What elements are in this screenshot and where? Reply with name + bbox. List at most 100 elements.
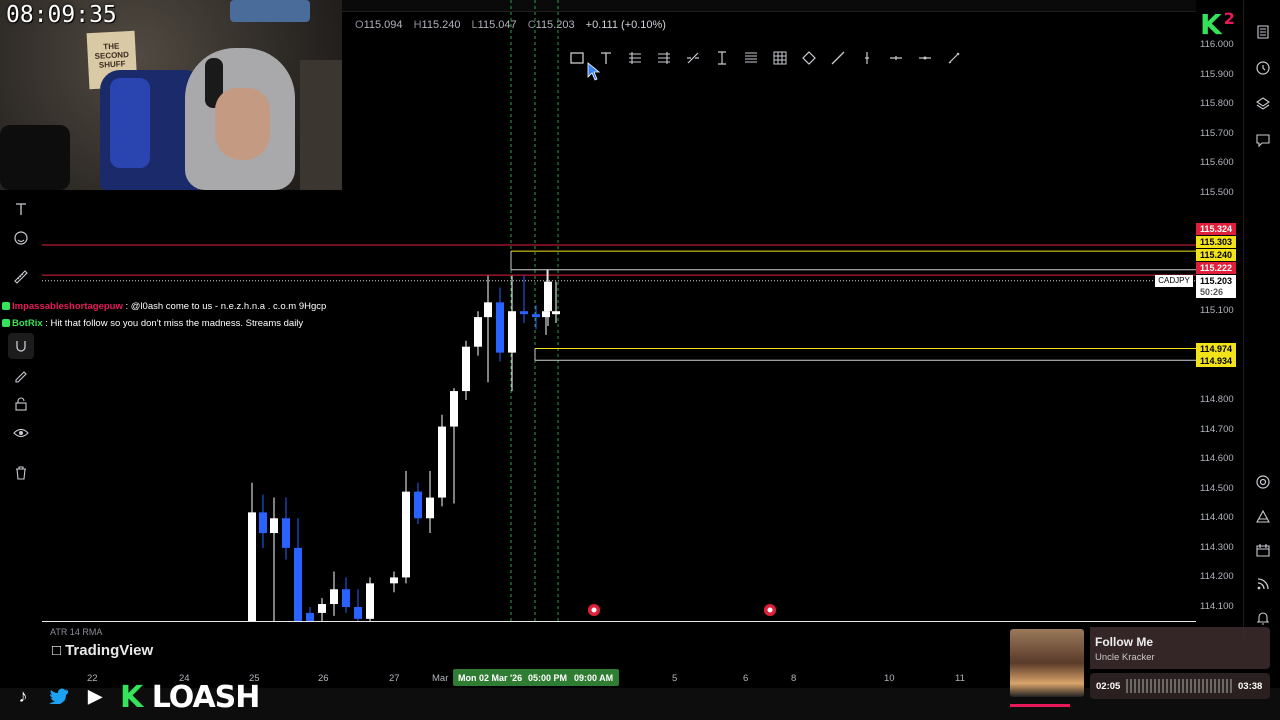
measure-tool-icon[interactable] bbox=[707, 44, 736, 72]
price-label: 50:26 bbox=[1196, 286, 1236, 298]
vertical-line-icon[interactable] bbox=[852, 44, 881, 72]
chat-icon[interactable] bbox=[1251, 128, 1275, 152]
youtube-play-icon[interactable]: ▶ bbox=[82, 683, 108, 709]
horizontal-ray-icon[interactable] bbox=[910, 44, 939, 72]
candle-body bbox=[390, 577, 398, 584]
left-toolbar bbox=[0, 190, 42, 670]
candle-body bbox=[342, 589, 350, 607]
feed-icon[interactable] bbox=[1251, 572, 1275, 596]
social-links: ♪ ▶ bbox=[10, 683, 108, 709]
chat-username: BotRix bbox=[12, 318, 43, 329]
chat-separator: : bbox=[122, 301, 131, 312]
brand-name: LOASH bbox=[151, 680, 261, 715]
twitter-icon[interactable] bbox=[46, 683, 72, 709]
ruler-icon[interactable] bbox=[8, 264, 34, 290]
candle-body bbox=[318, 604, 326, 613]
candle-body bbox=[532, 314, 540, 318]
candle-body bbox=[354, 607, 362, 619]
song-title: Follow Me bbox=[1095, 635, 1153, 649]
brush-tool-icon[interactable] bbox=[939, 44, 968, 72]
total-time: 03:38 bbox=[1238, 681, 1263, 692]
time-tick-label: 10 bbox=[884, 673, 895, 684]
time-tick-label: 8 bbox=[791, 673, 797, 684]
k-badge-count: 2 bbox=[1223, 8, 1235, 28]
waveform-icon bbox=[1126, 679, 1232, 693]
song-artist: Uncle Kracker bbox=[1095, 652, 1155, 663]
long-position-icon[interactable] bbox=[620, 44, 649, 72]
chat-badge-icon bbox=[2, 319, 10, 327]
crosshair-time-2: 09:00 AM bbox=[574, 673, 614, 683]
emoji-icon[interactable] bbox=[8, 225, 34, 251]
triangle-icon[interactable] bbox=[1251, 505, 1275, 529]
candle-body bbox=[520, 311, 528, 315]
ellipse-tool-icon[interactable] bbox=[794, 44, 823, 72]
screen-root: { "ohlc": {"o_key":"O","o":"115.094","h_… bbox=[0, 0, 1280, 720]
candle-body bbox=[426, 497, 434, 519]
tradingview-logo-text: TradingView bbox=[65, 642, 154, 659]
chat-text: @l0ash come to us - n.e.z.h.n.a . c.o.m … bbox=[130, 301, 327, 312]
trash-icon[interactable] bbox=[8, 460, 34, 486]
candle-body bbox=[330, 589, 338, 605]
chat-separator: : bbox=[42, 318, 51, 329]
price-tick-label: 114.500 bbox=[1200, 482, 1234, 494]
crosshair-date: Mon 02 Mar '26 bbox=[458, 673, 523, 683]
price-tick-label: 115.800 bbox=[1200, 98, 1234, 110]
tradingview-logo-icon: □ bbox=[52, 642, 62, 659]
event-marker-dot bbox=[767, 607, 773, 613]
candle-body bbox=[544, 281, 552, 312]
candle-body bbox=[282, 518, 290, 548]
calendar-icon[interactable] bbox=[1251, 538, 1275, 562]
parallel-lines-icon[interactable] bbox=[736, 44, 765, 72]
candle-body bbox=[294, 547, 302, 621]
price-tick-label: 114.800 bbox=[1200, 393, 1234, 405]
atr-indicator-label[interactable]: ATR 14 RMA bbox=[50, 627, 102, 637]
price-label: 114.934 bbox=[1196, 355, 1236, 367]
time-tick-label: 5 bbox=[672, 673, 678, 684]
tiktok-icon[interactable]: ♪ bbox=[10, 683, 36, 709]
price-label: 115.240 bbox=[1196, 249, 1236, 261]
price-tick-label: 115.900 bbox=[1200, 68, 1234, 80]
candle-body bbox=[496, 302, 504, 353]
chat-text: Hit that follow so you don't miss the ma… bbox=[50, 318, 304, 329]
candle-body bbox=[366, 583, 374, 619]
chat-badge-icon bbox=[2, 302, 10, 310]
candle-body bbox=[402, 491, 410, 578]
eye-icon[interactable] bbox=[8, 420, 34, 446]
chat-message: Impassableshortagepuw : @l0ash come to u… bbox=[2, 301, 326, 312]
watchlist-icon[interactable] bbox=[1251, 20, 1275, 44]
symbol-tag: CADJPY bbox=[1155, 275, 1193, 287]
price-label: 114.974 bbox=[1196, 343, 1236, 355]
text-icon[interactable] bbox=[8, 196, 34, 222]
time-tick-label: 27 bbox=[389, 673, 400, 684]
pencil-lock-icon[interactable] bbox=[8, 362, 34, 388]
alarm-icon[interactable] bbox=[1251, 56, 1275, 80]
candle-body bbox=[270, 518, 278, 534]
mouse-cursor-icon bbox=[587, 62, 601, 81]
price-tick-label: 115.100 bbox=[1200, 305, 1234, 317]
price-tick-label: 115.700 bbox=[1200, 127, 1234, 139]
layers-icon[interactable] bbox=[1251, 92, 1275, 116]
price-label: 115.303 bbox=[1196, 236, 1236, 248]
horizontal-line-icon[interactable] bbox=[881, 44, 910, 72]
candle-body bbox=[259, 512, 267, 534]
candle-body bbox=[552, 311, 560, 315]
time-tick-label: 6 bbox=[743, 673, 749, 684]
tradingview-logo: □ TradingView bbox=[52, 642, 153, 659]
right-toolbar bbox=[1243, 0, 1280, 640]
candle-body bbox=[248, 512, 256, 621]
chat-username: Impassableshortagepuw bbox=[12, 301, 123, 312]
drawing-toolbar bbox=[556, 44, 980, 72]
short-position-icon[interactable] bbox=[649, 44, 678, 72]
candle-body bbox=[474, 317, 482, 347]
target-icon[interactable] bbox=[1251, 470, 1275, 494]
now-playing-card: Follow Me Uncle Kracker 02:05 03:38 bbox=[1008, 627, 1270, 707]
crosshair-time-highlight: Mon 02 Mar '26 05:00 PM 09:00 AM bbox=[453, 669, 619, 686]
fib-tool-icon[interactable] bbox=[678, 44, 707, 72]
magnet-icon[interactable] bbox=[8, 333, 34, 359]
pane-divider[interactable] bbox=[42, 621, 1196, 622]
trendline-tool-icon[interactable] bbox=[823, 44, 852, 72]
brand-k: K bbox=[120, 680, 143, 715]
grid-tool-icon[interactable] bbox=[765, 44, 794, 72]
time-tick-label: 11 bbox=[955, 673, 965, 684]
lock-icon[interactable] bbox=[8, 391, 34, 417]
